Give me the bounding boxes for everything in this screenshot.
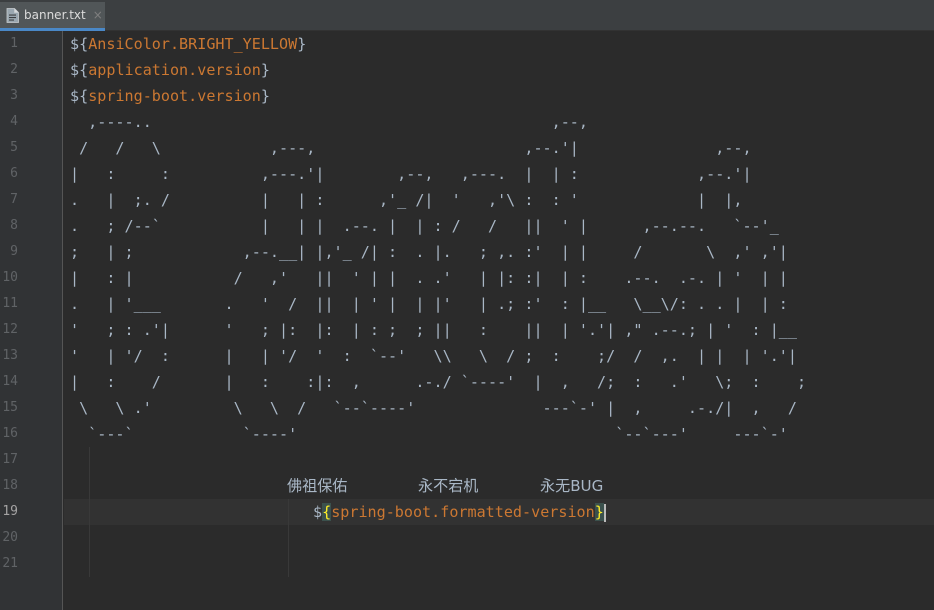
- line-number: 7: [10, 192, 18, 207]
- code-line-18-b: 永不宕机: [418, 477, 479, 495]
- property-key: spring-boot.version: [88, 87, 261, 105]
- indent-guide: [89, 447, 90, 577]
- line-number: 18: [2, 478, 18, 493]
- line-number: 1: [10, 36, 18, 51]
- placeholder-open: ${: [70, 61, 89, 79]
- line-number: 14: [2, 374, 18, 389]
- line-number: 17: [2, 452, 18, 467]
- placeholder-close: }: [297, 35, 307, 53]
- line-number: 20: [2, 530, 18, 545]
- line-number-gutter[interactable]: 1 2 3 4 5 6 7 8 9 10 11 12 13 14 15 16 1…: [0, 31, 63, 610]
- matched-brace-open: {: [322, 503, 332, 521]
- line-number: 10: [2, 270, 18, 285]
- line-number: 6: [10, 166, 18, 181]
- code-line-1: ${AnsiColor.BRIGHT_YELLOW}: [70, 31, 306, 57]
- code-line-18-c: 永无BUG: [540, 477, 604, 495]
- code-editor[interactable]: ${AnsiColor.BRIGHT_YELLOW} ${application…: [64, 31, 934, 610]
- ascii-art-line: . | '___ . ' / || | ' | | |' | .; :' : |…: [70, 295, 788, 313]
- line-number: 8: [10, 218, 18, 233]
- ascii-art-line: . | ;. / | | : ,'_ /| ' ,'\ : : ' | |,: [70, 191, 743, 209]
- placeholder-close: }: [260, 87, 270, 105]
- line-number: 12: [2, 322, 18, 337]
- ascii-art-line: ' | '/ : | | '/ ' : `--' \\ \ / ; : ;/ /…: [70, 347, 797, 365]
- line-number: 4: [10, 114, 18, 129]
- ascii-art-line: ; | ; ,--.__| |,'_ /| : . |. ; ,. :' | |…: [70, 243, 788, 261]
- close-icon[interactable]: ×: [93, 8, 103, 22]
- line-number: 16: [2, 426, 18, 441]
- tab-banner-txt[interactable]: banner.txt ×: [0, 2, 105, 31]
- property-key: spring-boot.formatted-version: [331, 503, 595, 521]
- tab-filename: banner.txt: [24, 8, 86, 22]
- placeholder-close: }: [260, 61, 270, 79]
- line-number: 5: [10, 140, 18, 155]
- line-number: 2: [10, 62, 18, 77]
- ascii-art-line: \ \ .' \ \ / `--`----' ---`-' | , .-./| …: [70, 399, 797, 417]
- ascii-art-line: | : / | : :|: , .-./ `----' | , /; : .' …: [70, 373, 807, 391]
- line-number: 11: [2, 296, 18, 311]
- text-file-icon: [6, 7, 19, 23]
- code-line-3: ${spring-boot.version}: [70, 83, 270, 109]
- ascii-art-line: ' ; : .'| ' ; |: |: | : ; ; || : || | '.…: [70, 321, 797, 339]
- ascii-art-line: . ; /--` | | | .--. | | : / / || ' | ,--…: [70, 217, 779, 235]
- ascii-art-line: | : | / ,' || ' | | . .' | |: :| | : .--…: [70, 269, 788, 287]
- line-number: 21: [2, 556, 18, 571]
- line-number: 15: [2, 400, 18, 415]
- line-number-current: 19: [2, 504, 18, 519]
- property-key: application.version: [88, 61, 261, 79]
- placeholder-open: ${: [70, 87, 89, 105]
- matched-brace-close: }: [594, 503, 604, 521]
- ascii-art-line: | : : ,---.'| ,--, ,---. | | : ,--.'|: [70, 165, 752, 183]
- code-line-2: ${application.version}: [70, 57, 270, 83]
- code-line-19: ${spring-boot.formatted-version}: [313, 499, 606, 525]
- ascii-art-line: ,----.. ,--,: [70, 113, 588, 131]
- text-caret: [603, 503, 606, 522]
- ascii-art-line: `---` `----' `--`---' ---`-': [70, 425, 788, 443]
- ascii-art-line: / / \ ,---, ,--.'| ,--,: [70, 139, 752, 157]
- code-line-18-a: 佛祖保佑: [287, 477, 348, 495]
- line-number: 3: [10, 88, 18, 103]
- line-number: 9: [10, 244, 18, 259]
- editor-tab-bar: banner.txt ×: [0, 0, 934, 31]
- placeholder-dollar: $: [313, 503, 323, 521]
- placeholder-open: ${: [70, 35, 89, 53]
- property-key: AnsiColor.BRIGHT_YELLOW: [88, 35, 298, 53]
- indent-guide: [288, 499, 289, 577]
- line-number: 13: [2, 348, 18, 363]
